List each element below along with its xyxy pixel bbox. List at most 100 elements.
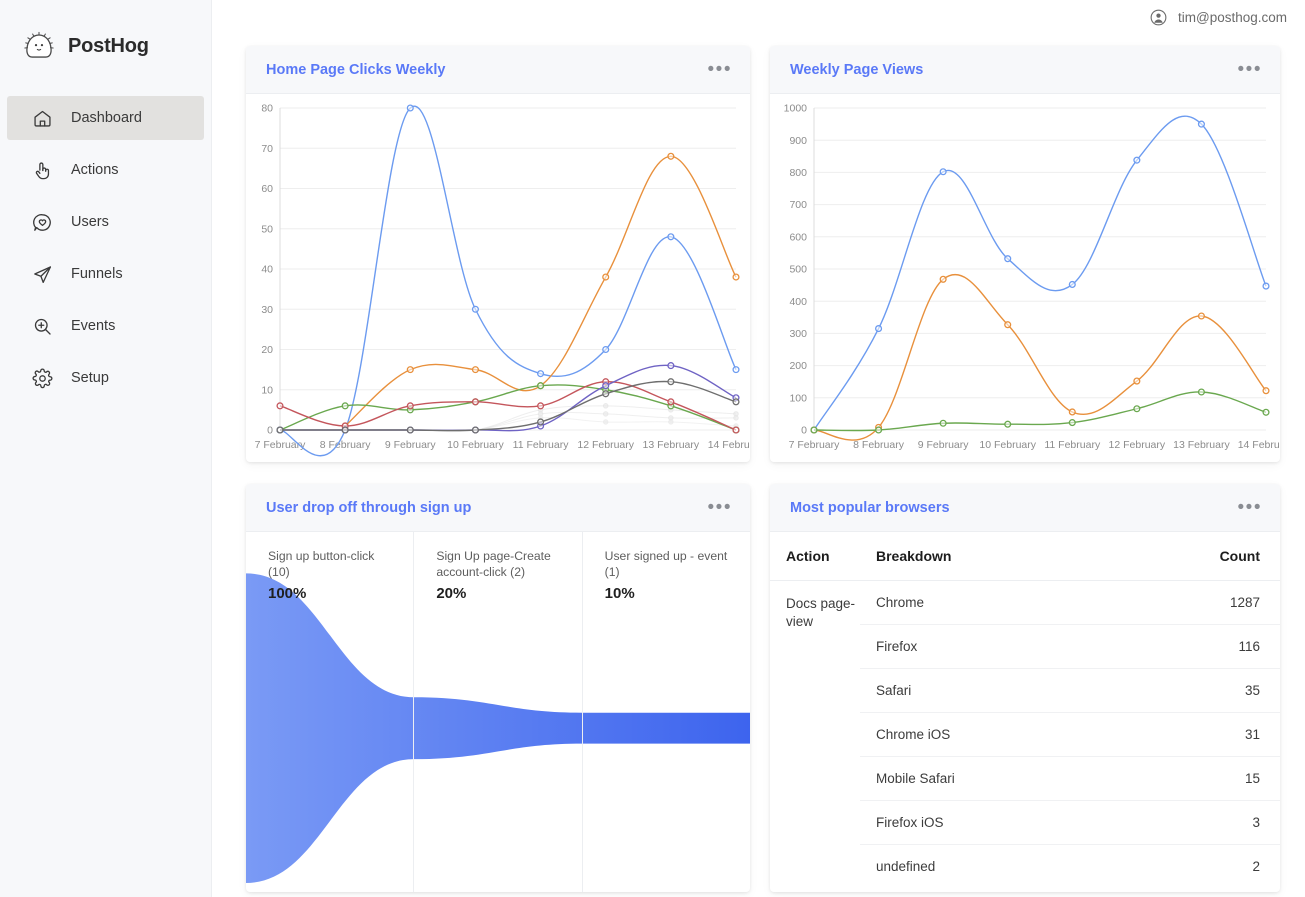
svg-text:13 February: 13 February [643,439,700,451]
user-avatar-icon[interactable] [1148,7,1168,27]
svg-text:900: 900 [789,135,807,147]
svg-text:12 February: 12 February [577,439,634,451]
sidebar-nav: Dashboard Actions Users Funnels Events S… [0,96,211,400]
table-head: Action Breakdown Count [770,532,1280,581]
funnel-step[interactable]: Sign up button-click (10) 100% [246,532,415,892]
svg-text:30: 30 [261,304,273,316]
svg-text:100: 100 [789,392,807,404]
ellipsis-icon[interactable]: ••• [708,60,732,79]
svg-text:0: 0 [267,425,273,437]
gear-icon [31,367,53,389]
brand[interactable]: PostHog [0,14,211,68]
card-most-popular-browsers: Most popular browsers ••• Action Breakdo… [770,484,1280,892]
card-user-drop-off-funnel: User drop off through sign up ••• Sign u… [246,484,750,892]
svg-text:11 February: 11 February [513,439,570,451]
funnel-step-label: Sign up button-click (10) [268,549,375,579]
svg-text:13 February: 13 February [1173,439,1230,451]
svg-text:40: 40 [261,264,273,276]
sidebar-item-actions[interactable]: Actions [7,148,204,192]
app-root: PostHog Dashboard Actions Users Funnels … [0,0,1305,897]
home-icon [31,107,53,129]
card-title[interactable]: Home Page Clicks Weekly [266,62,445,78]
table-cell-breakdown: Firefox [860,624,1117,669]
user-heart-icon [31,211,53,233]
sidebar-item-label: Users [71,214,109,230]
svg-text:200: 200 [789,360,807,372]
card-title[interactable]: User drop off through sign up [266,500,471,516]
svg-text:9 February: 9 February [918,439,970,451]
svg-text:7 February: 7 February [789,439,841,451]
svg-text:800: 800 [789,167,807,179]
table-cell-count: 1287 [1116,580,1280,625]
funnel-chart[interactable]: Sign up button-click (10) 100% Sign Up p… [246,532,750,892]
svg-text:0: 0 [801,425,807,437]
table-cell-count: 15 [1116,756,1280,801]
svg-text:10 February: 10 February [447,439,504,451]
table-cell-breakdown: Mobile Safari [860,756,1117,801]
svg-text:1000: 1000 [784,103,808,115]
table-row[interactable]: Docs page-view Chrome 1287 [770,580,1280,629]
svg-text:80: 80 [261,103,273,115]
svg-text:11 February: 11 February [1044,439,1101,451]
ellipsis-icon[interactable]: ••• [1238,60,1262,79]
svg-text:300: 300 [789,328,807,340]
paper-plane-icon [31,263,53,285]
svg-text:60: 60 [261,183,273,195]
sidebar-item-events[interactable]: Events [7,304,204,348]
table-cell-count: 2 [1252,859,1260,874]
funnel-step-label: User signed up - event (1) [604,549,728,579]
browsers-table-wrap: Action Breakdown Count Docs page-view Chr… [770,532,1280,892]
table-cell-breakdown: Chrome iOS [860,712,1117,757]
main-content: tim@posthog.com Home Page Clicks Weekly … [212,0,1305,897]
funnel-step[interactable]: User signed up - event (1) 10% [583,532,750,892]
table-cell-count: 35 [1116,668,1280,713]
card-title[interactable]: Most popular browsers [790,500,950,516]
ellipsis-icon[interactable]: ••• [1238,498,1262,517]
table-cell-count: 3 [1116,800,1280,845]
svg-text:10: 10 [261,384,273,396]
svg-text:600: 600 [789,231,807,243]
table-cell-breakdown: Chrome [860,580,1117,625]
column-header-action[interactable]: Action [770,532,860,581]
column-header-count[interactable]: Count [1116,532,1280,581]
sidebar-item-funnels[interactable]: Funnels [7,252,204,296]
card-home-page-clicks: Home Page Clicks Weekly ••• 0 10 20 30 40 50 6… [246,46,750,462]
sidebar-item-setup[interactable]: Setup [7,356,204,400]
ellipsis-icon[interactable]: ••• [708,498,732,517]
table-cell-breakdown: Firefox iOS [860,800,1117,845]
svg-text:20: 20 [261,344,273,356]
svg-text:70: 70 [261,143,273,155]
table-cell-breakdown: undefined [876,859,936,874]
table-cell-breakdown: Safari [860,668,1117,713]
table-cell-count: 31 [1116,712,1280,757]
card-weekly-page-views: Weekly Page Views ••• 0 100 200 300 400 500 60… [770,46,1280,462]
table-header-row: Action Breakdown Count [770,532,1280,581]
svg-text:8 February: 8 February [853,439,905,451]
sidebar-item-dashboard[interactable]: Dashboard [7,96,204,140]
card-title[interactable]: Weekly Page Views [790,62,923,78]
sidebar-item-users[interactable]: Users [7,200,204,244]
hand-click-icon [31,159,53,181]
sidebar-item-label: Dashboard [71,110,142,126]
user-email-label[interactable]: tim@posthog.com [1178,10,1287,25]
search-plus-icon [31,315,53,337]
svg-text:50: 50 [261,223,273,235]
topbar: tim@posthog.com [212,0,1305,34]
svg-text:14 February: 14 February [708,439,750,451]
card-header: Weekly Page Views ••• [770,46,1280,94]
svg-text:14 February: 14 February [1238,439,1280,451]
svg-text:10 February: 10 February [979,439,1036,451]
table-cell-count: 116 [1116,624,1280,669]
column-header-breakdown[interactable]: Breakdown [860,532,1117,581]
hedgehog-logo-icon [22,29,56,63]
sidebar-item-label: Funnels [71,266,123,282]
chart-weekly-page-views[interactable]: 0 100 200 300 400 500 600 700 800 900 1000 7 Februa… [770,94,1280,462]
browsers-table: Action Breakdown Count Docs page-view Chr… [770,532,1280,888]
chart-home-page-clicks[interactable]: 0 10 20 30 40 50 60 70 80 7 February 8 February 9 F… [246,94,750,462]
funnel-step[interactable]: Sign Up page-Create account-click (2) 20… [414,532,583,892]
svg-text:400: 400 [789,296,807,308]
svg-text:500: 500 [789,264,807,276]
funnel-step-label: Sign Up page-Create account-click (2) [436,549,551,579]
card-header: User drop off through sign up ••• [246,484,750,532]
svg-text:700: 700 [789,199,807,211]
